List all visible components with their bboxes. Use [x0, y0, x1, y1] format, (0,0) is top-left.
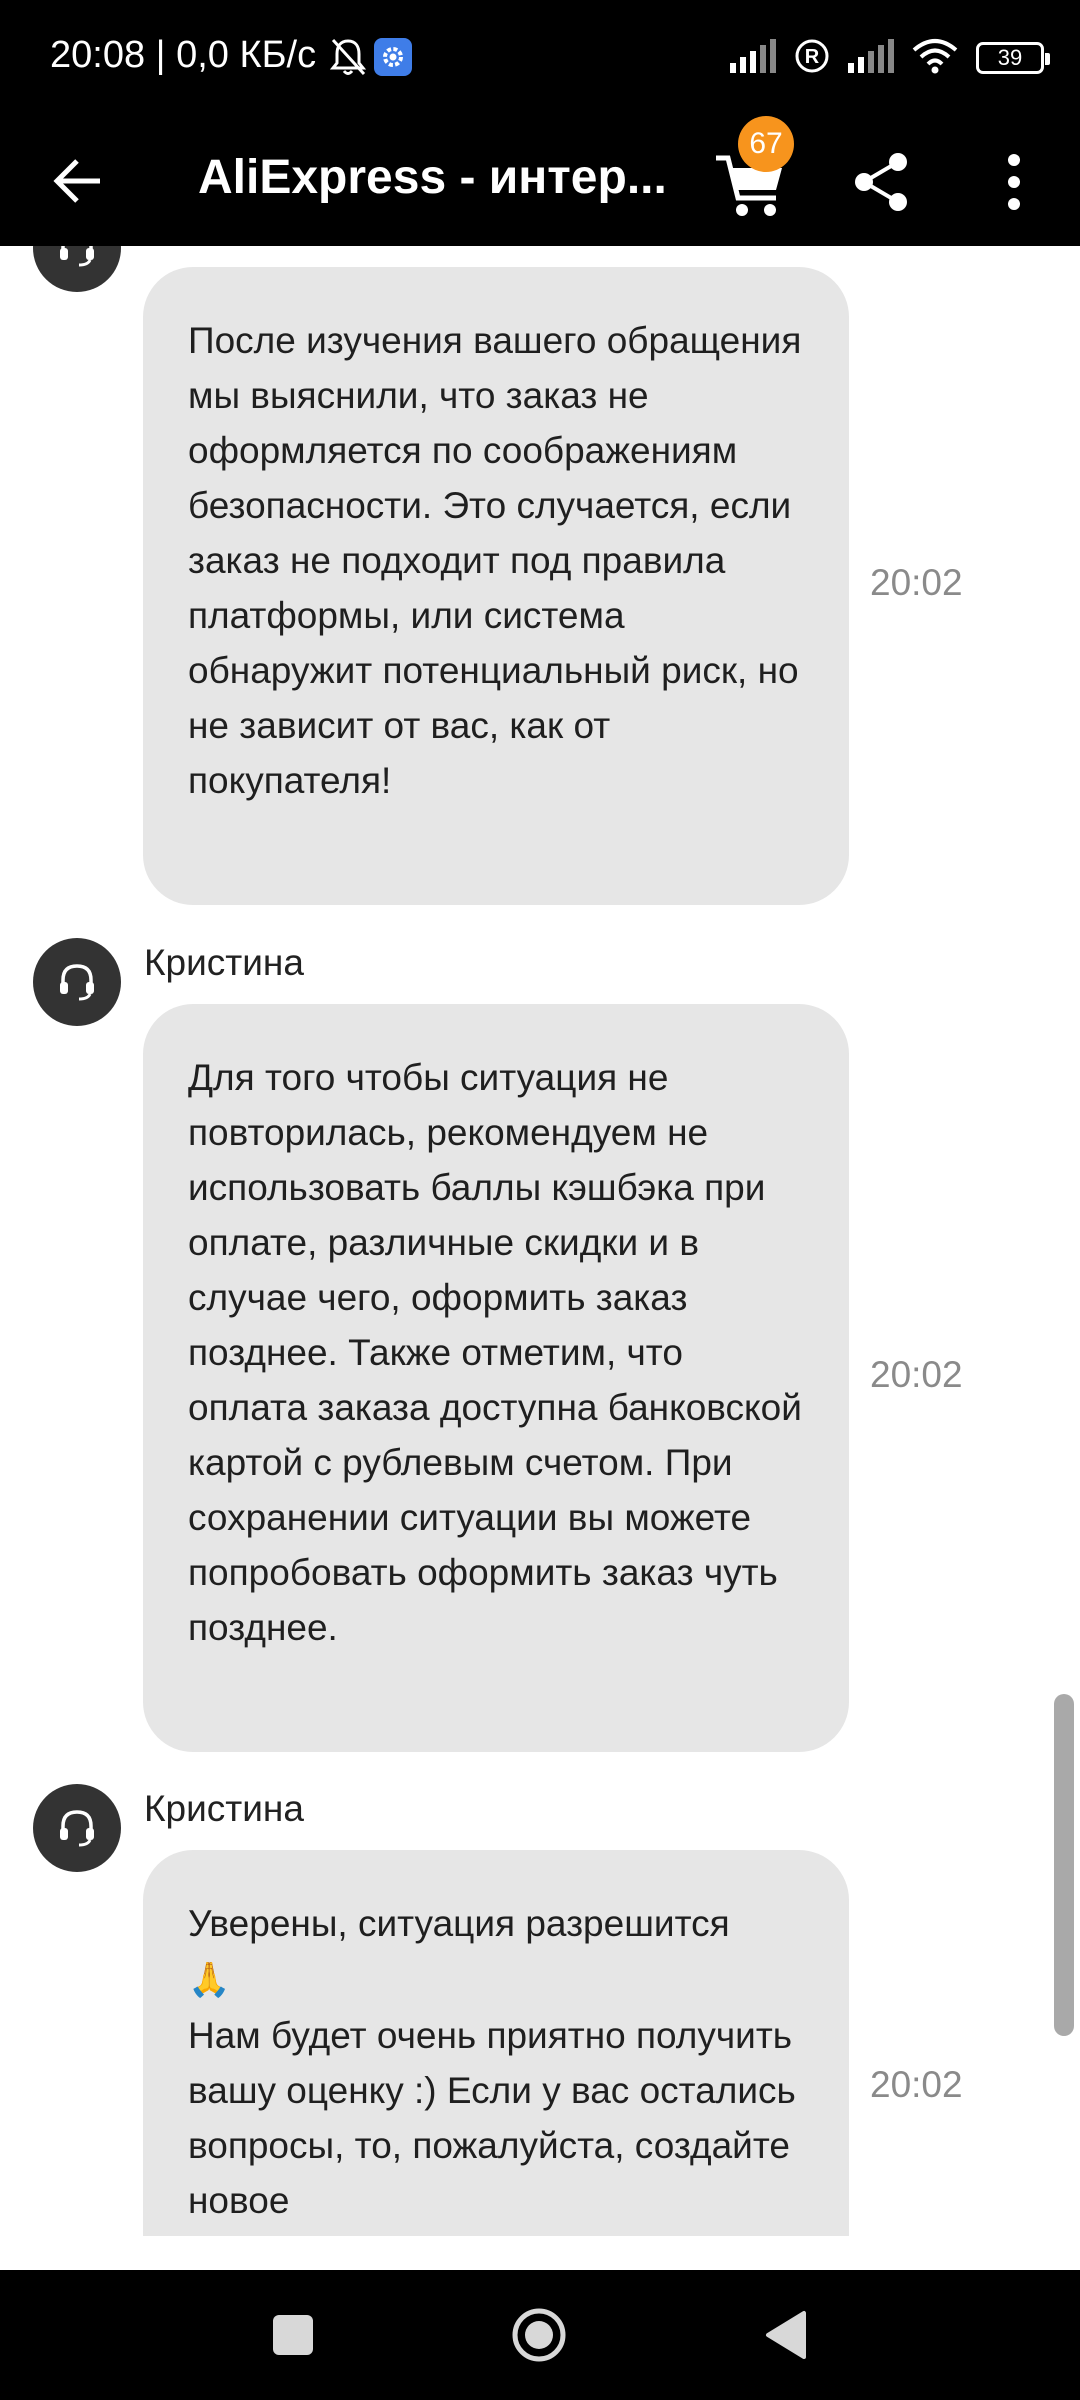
wifi-icon	[912, 38, 958, 79]
share-icon[interactable]	[846, 146, 918, 218]
gear-icon	[374, 38, 412, 76]
message-text: Для того чтобы ситуация не повторилась, …	[188, 1057, 802, 1648]
sender-name: Кристина	[144, 942, 304, 983]
signal-icon	[730, 38, 776, 78]
message-text: Уверены, ситуация разрешится	[188, 1903, 730, 1944]
app-bar: AliExpress - интер... 67	[0, 116, 1080, 246]
message-time: 20:02	[870, 2064, 963, 2105]
headset-icon	[60, 964, 94, 1001]
back-arrow-icon[interactable]	[44, 146, 114, 216]
bell-off-icon	[328, 36, 368, 78]
sender-name: Кристина	[144, 1788, 304, 1829]
page-title: AliExpress - интер...	[198, 151, 667, 204]
signal-icon	[848, 38, 894, 78]
message-text: Нам будет очень приятно получить вашу оц…	[188, 2015, 796, 2221]
avatar	[33, 246, 121, 292]
message-bubble: Для того чтобы ситуация не повторилась, …	[143, 1004, 849, 1752]
status-bar: 20:08 | 0,0 КБ/с R 39	[0, 0, 1080, 116]
headset-icon	[60, 1810, 94, 1847]
system-nav-bar	[0, 2270, 1080, 2400]
cart-count-badge: 67	[738, 116, 794, 172]
home-circle-icon[interactable]	[504, 2300, 574, 2370]
message-time: 20:02	[870, 1354, 963, 1395]
svg-text:R: R	[805, 46, 820, 68]
avatar	[33, 1784, 121, 1872]
registered-icon: R	[794, 38, 830, 79]
avatar	[33, 938, 121, 1026]
message-text: После изучения вашего обращения мы выясн…	[188, 320, 802, 801]
pray-emoji: 🙏	[188, 1960, 231, 2000]
status-time-speed: 20:08 | 0,0 КБ/с	[50, 34, 317, 76]
battery-icon: 39	[976, 42, 1050, 74]
status-icons: R 39	[730, 32, 1050, 84]
scrollbar[interactable]	[1054, 1694, 1074, 2036]
message-bubble: Уверены, ситуация разрешится 🙏 Нам будет…	[143, 1850, 849, 2236]
recents-square-icon[interactable]	[258, 2300, 328, 2370]
more-vert-icon[interactable]	[984, 146, 1044, 218]
message-bubble: После изучения вашего обращения мы выясн…	[143, 267, 849, 905]
back-triangle-icon[interactable]	[750, 2300, 820, 2370]
headset-icon	[60, 246, 94, 267]
message-time: 20:02	[870, 562, 963, 603]
chat-messages[interactable]: После изучения вашего обращения мы выясн…	[0, 246, 1080, 2236]
